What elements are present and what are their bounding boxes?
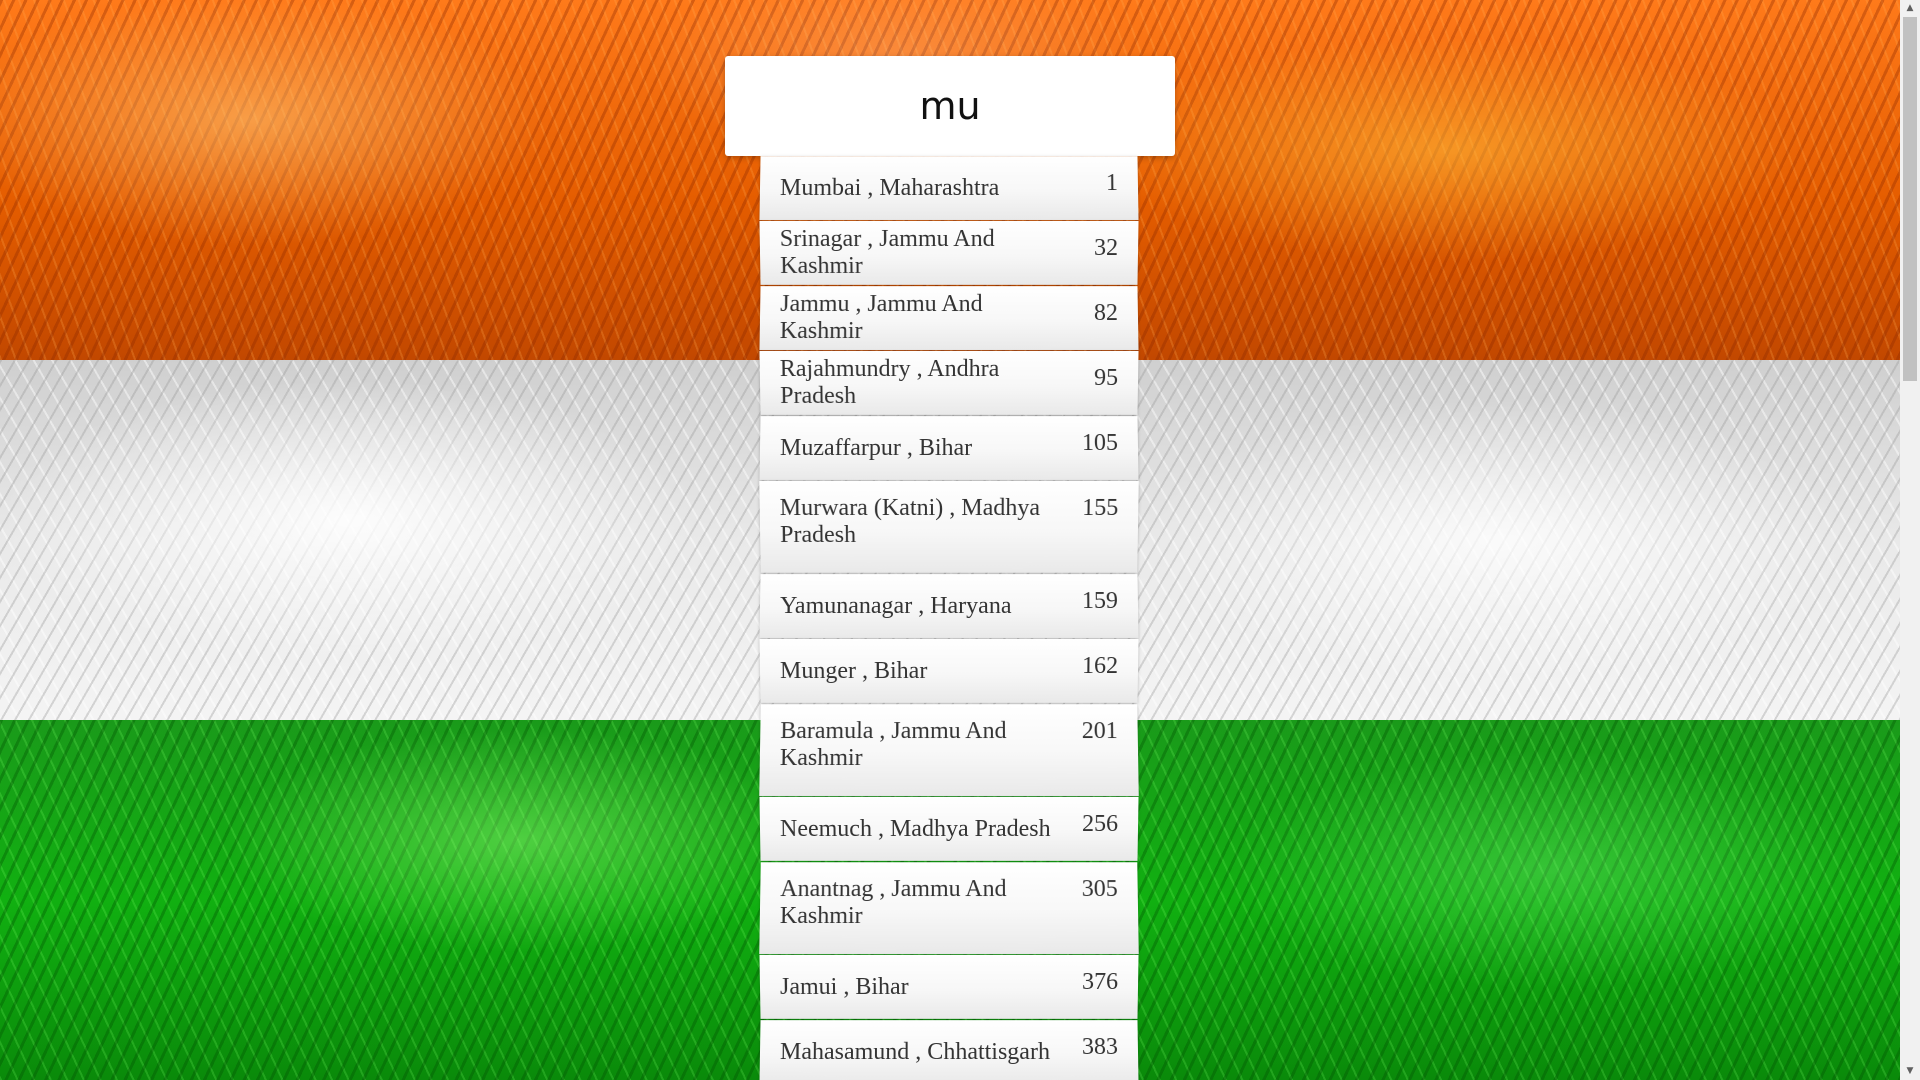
suggestion-item[interactable]: Jammu , Jammu And Kashmir 82 — [759, 286, 1139, 351]
suggestion-name: Murwara (Katni) , Madhya Pradesh — [779, 494, 1041, 548]
suggestion-name: Munger , Bihar — [779, 657, 928, 684]
suggestion-rank: 305 — [1081, 876, 1118, 903]
suggestion-item[interactable]: Yamunanagar , Haryana 159 — [759, 574, 1139, 639]
suggestion-name: Mumbai , Maharashtra — [779, 174, 1000, 201]
suggestion-rank: 162 — [1081, 652, 1119, 679]
suggestion-item[interactable]: Murwara (Katni) , Madhya Pradesh 155 — [759, 480, 1139, 573]
suggestion-rank: 82 — [1093, 300, 1119, 326]
suggestion-item[interactable]: Rajahmundry , Andhra Pradesh 95 — [759, 350, 1139, 415]
suggestion-item[interactable]: Anantnag , Jammu And Kashmir 305 — [759, 862, 1139, 955]
search-box — [725, 56, 1175, 156]
suggestion-item[interactable]: Srinagar , Jammu And Kashmir 32 — [759, 220, 1139, 285]
suggestion-rank: 32 — [1093, 234, 1119, 261]
suggestion-name: Neemuch , Madhya Pradesh — [779, 815, 1051, 842]
suggestion-item[interactable]: Mumbai , Maharashtra 1 — [759, 156, 1139, 221]
suggestion-rank: 256 — [1081, 810, 1119, 837]
suggestion-name: Anantnag , Jammu And Kashmir — [779, 876, 1007, 930]
suggestion-rank: 159 — [1081, 588, 1119, 614]
scroll-up-arrow-icon[interactable]: ▲ — [1900, 0, 1920, 17]
suggestion-name: Baramula , Jammu And Kashmir — [779, 718, 1007, 772]
suggestion-rank: 201 — [1081, 718, 1118, 745]
vertical-scrollbar[interactable]: ▲ ▼ — [1900, 0, 1920, 1080]
scrollbar-thumb[interactable] — [1903, 17, 1917, 381]
suggestion-rank: 383 — [1081, 1034, 1119, 1060]
scroll-down-arrow-icon[interactable]: ▼ — [1900, 1063, 1920, 1080]
suggestion-item[interactable]: Baramula , Jammu And Kashmir 201 — [759, 704, 1139, 797]
suggestion-item[interactable]: Munger , Bihar 162 — [759, 638, 1139, 703]
suggestion-name: Jamui , Bihar — [779, 973, 909, 1000]
suggestion-name: Rajahmundry , Andhra Pradesh — [779, 355, 1000, 409]
suggestion-name: Muzaffarpur , Bihar — [779, 434, 973, 461]
suggestion-rank: 376 — [1081, 968, 1119, 995]
suggestion-rank: 1 — [1105, 170, 1119, 196]
search-input[interactable] — [733, 62, 1167, 150]
suggestion-item[interactable]: Jamui , Bihar 376 — [759, 954, 1139, 1019]
suggestion-item[interactable]: Muzaffarpur , Bihar 105 — [759, 416, 1139, 481]
suggestion-rank: 155 — [1082, 494, 1119, 522]
suggestion-name: Srinagar , Jammu And Kashmir — [779, 225, 995, 279]
suggestion-name: Mahasamund , Chhattisgarh — [779, 1038, 1051, 1065]
suggestion-item[interactable]: Neemuch , Madhya Pradesh 256 — [759, 796, 1139, 861]
suggestion-rank: 105 — [1081, 430, 1119, 456]
suggestion-list: Mumbai , Maharashtra 1 Srinagar , Jammu … — [759, 156, 1139, 1080]
suggestion-name: Jammu , Jammu And Kashmir — [779, 291, 983, 345]
suggestion-name: Yamunanagar , Haryana — [779, 592, 1012, 619]
suggestion-item[interactable]: Mahasamund , Chhattisgarh 383 — [759, 1020, 1139, 1080]
suggestion-rank: 95 — [1093, 364, 1119, 391]
